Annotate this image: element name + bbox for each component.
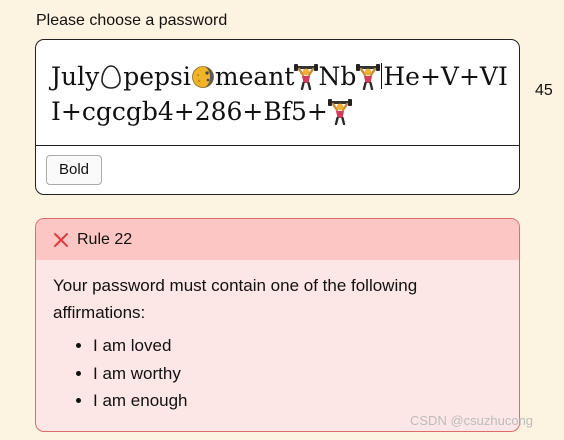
password-text[interactable]: July pepsi meant Nb He+V+VII+cgcgb4+286+Bf5+ [51, 59, 511, 129]
password-text-segment: meant [214, 62, 295, 91]
password-text-segment: July [51, 62, 100, 91]
password-text-segment: pepsi [123, 62, 191, 91]
egg-icon [99, 64, 123, 90]
password-prompt-label: Please choose a password [36, 12, 228, 29]
watermark: CSDN @csuzhucong [410, 413, 534, 428]
password-text-segment: Nb [318, 62, 357, 91]
moon-icon [191, 64, 215, 90]
affirmation-list: I am lovedI am worthyI am enough [53, 332, 188, 415]
affirmation-item: I am enough [93, 387, 188, 415]
character-count: 45 [535, 82, 553, 99]
rule-title: Rule 22 [77, 231, 133, 248]
close-x-icon [54, 233, 68, 247]
weightlifter-icon [294, 64, 319, 91]
password-field[interactable]: July pepsi meant Nb He+V+VII+cgcgb4+286+Bf5+… [35, 39, 520, 195]
affirmation-item: I am loved [93, 332, 188, 360]
bold-button[interactable]: Bold [46, 155, 103, 185]
rule-card: Rule 22 Your password must contain one o… [35, 218, 520, 432]
affirmation-item: I am worthy [93, 360, 188, 388]
weightlifter-icon [356, 64, 381, 91]
password-toolbar: Bold [36, 145, 519, 194]
rule-description: Your password must contain one of the fo… [53, 276, 418, 322]
rule-header: Rule 22 [36, 219, 519, 260]
weightlifter-icon [327, 99, 352, 126]
